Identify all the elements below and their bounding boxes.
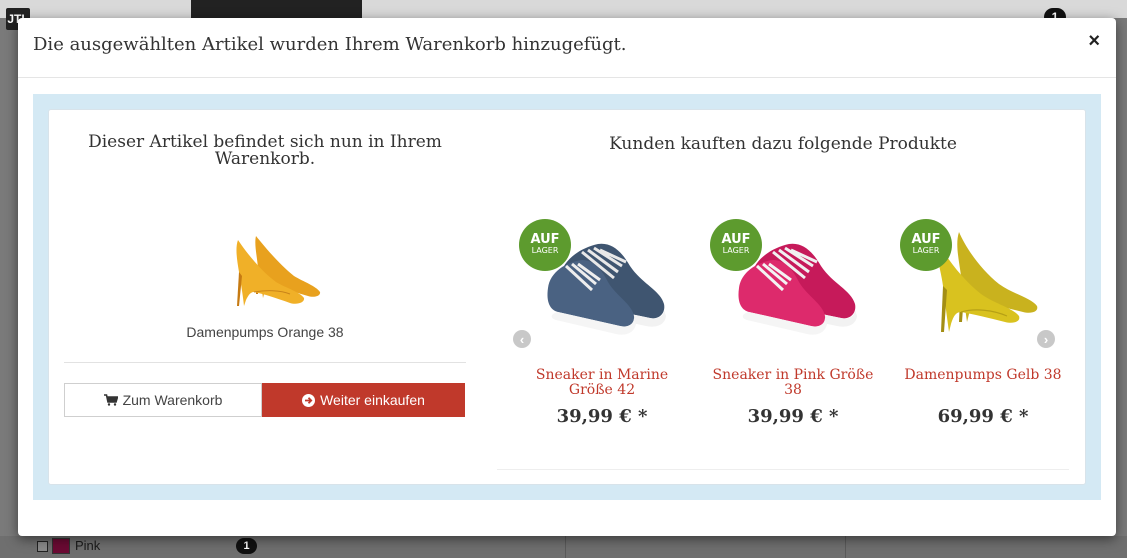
product-price: 39,99 € * [556,406,648,427]
product-image [236,236,321,306]
in-stock-badge: AUF LAGER [900,219,952,271]
background-header [0,0,1127,18]
modal-body: Dieser Artikel befindet sich nun in Ihre… [33,94,1101,500]
cross-selling-heading: Kunden kauften dazu folgende Produkte [609,134,957,154]
product-price: 39,99 € * [747,406,839,427]
modal-header: Die ausgewählten Artikel wurden Ihrem Wa… [18,18,1116,78]
go-to-cart-label: Zum Warenkorb [122,392,223,408]
background-nav-tab [191,0,362,18]
product-carousel: AUF LAGER Sneaker in Marine Größe 42 39,… [497,196,1069,470]
continue-shopping-button[interactable]: Weiter einkaufen [262,383,465,417]
shopping-cart-icon [103,394,118,406]
carousel-next-button[interactable]: › [1037,330,1055,348]
in-stock-badge: AUF LAGER [710,219,762,271]
added-item-heading: Dieser Artikel befindet sich nun in Ihre… [88,132,442,169]
close-button[interactable]: × [1088,31,1100,51]
carousel-prev-button[interactable]: ‹ [513,330,531,348]
added-item-section: Dieser Artikel befindet sich nun in Ihre… [64,110,466,484]
filter-label: Pink [75,538,101,553]
product-name-link[interactable]: Sneaker in Pink Größe 38 [703,368,883,398]
color-swatch [52,538,70,554]
go-to-cart-button[interactable]: Zum Warenkorb [64,383,262,417]
background-divider [565,536,566,558]
cross-selling-section: Kunden kauften dazu folgende Produkte AU… [497,110,1069,484]
arrow-circle-right-icon [302,393,316,407]
divider [64,362,466,363]
cart-panel: Dieser Artikel befindet sich nun in Ihre… [48,109,1086,485]
product-slide[interactable]: AUF LAGER Damenpumps Gelb 38 69,99 € * [893,196,1073,436]
product-name-link[interactable]: Sneaker in Marine Größe 42 [512,368,692,398]
background-divider [845,536,846,558]
product-name[interactable]: Damenpumps Orange 38 [64,324,466,340]
product-slide[interactable]: AUF LAGER Sneaker in Marine Größe 42 39,… [512,196,692,436]
continue-shopping-label: Weiter einkaufen [320,392,425,408]
in-stock-badge: AUF LAGER [519,219,571,271]
chevron-right-icon: › [1043,331,1049,347]
filter-checkbox[interactable] [37,541,48,552]
added-to-cart-modal: Die ausgewählten Artikel wurden Ihrem Wa… [18,18,1116,536]
modal-title: Die ausgewählten Artikel wurden Ihrem Wa… [33,34,627,55]
product-slide[interactable]: AUF LAGER Sneaker in Pink Größe 38 39,99… [703,196,883,436]
filter-count-badge: 1 [236,538,257,554]
background-content [0,536,1127,558]
product-name-link[interactable]: Damenpumps Gelb 38 [893,368,1073,383]
chevron-left-icon: ‹ [519,331,525,347]
product-price: 69,99 € * [937,406,1029,427]
